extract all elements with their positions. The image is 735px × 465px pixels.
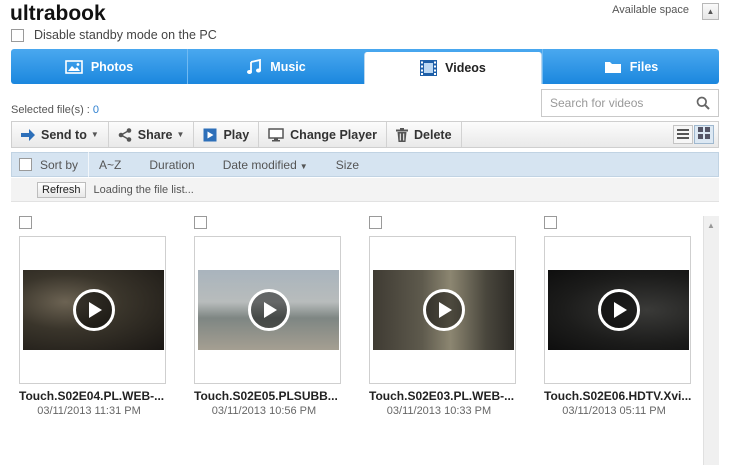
chevron-up-icon: ▲ — [706, 7, 715, 16]
sort-option-duration[interactable]: Duration — [149, 158, 194, 172]
video-select-checkbox[interactable] — [194, 216, 207, 229]
video-thumbnail[interactable] — [369, 236, 516, 384]
refresh-button[interactable]: Refresh — [37, 181, 86, 198]
tab-videos-label: Videos — [445, 61, 486, 75]
video-date: 03/11/2013 11:31 PM — [37, 405, 141, 417]
play-icon[interactable] — [597, 289, 640, 331]
tab-photos[interactable]: Photos — [11, 49, 187, 84]
tab-videos[interactable]: Videos — [364, 52, 542, 84]
search-box — [541, 89, 719, 117]
video-frame — [23, 270, 164, 350]
video-file-name: Touch.S02E05.PLSUBB... — [194, 389, 338, 403]
sort-divider — [88, 152, 90, 177]
folder-icon — [604, 60, 622, 74]
grid-view-button[interactable] — [694, 125, 714, 144]
play-label: Play — [223, 127, 250, 142]
delete-button[interactable]: Delete — [387, 122, 462, 147]
share-label: Share — [137, 127, 173, 142]
available-space-toggle-button[interactable]: ▲ — [702, 3, 719, 20]
video-thumbnail[interactable] — [194, 236, 341, 384]
video-file-name: Touch.S02E04.PL.WEB-... — [19, 389, 165, 403]
media-tabs: Photos Music Videos Files — [11, 49, 719, 84]
video-frame — [373, 270, 514, 350]
list-view-icon — [677, 128, 689, 142]
music-note-icon — [246, 58, 262, 75]
sort-bar: Sort by A~Z Duration Date modified ▼ Size — [11, 152, 719, 177]
sort-option-date-modified[interactable]: Date modified ▼ — [223, 158, 308, 172]
video-select-checkbox[interactable] — [369, 216, 382, 229]
tab-music[interactable]: Music — [187, 49, 364, 84]
play-icon — [203, 128, 217, 142]
sort-option-az[interactable]: A~Z — [99, 158, 121, 172]
standby-option[interactable]: Disable standby mode on the PC — [11, 28, 217, 42]
video-frame — [198, 270, 339, 350]
search-input[interactable] — [550, 96, 690, 110]
video-file-name: Touch.S02E03.PL.WEB-... — [369, 389, 515, 403]
search-icon[interactable] — [696, 96, 710, 113]
tab-music-label: Music — [270, 59, 306, 74]
caret-down-icon: ▼ — [90, 130, 99, 139]
device-name: ultrabook — [10, 2, 106, 25]
selected-files-label: Selected file(s) : — [11, 104, 90, 116]
change-player-button[interactable]: Change Player — [259, 122, 387, 147]
video-thumbnail[interactable] — [544, 236, 691, 384]
video-date: 03/11/2013 05:11 PM — [562, 405, 666, 417]
video-thumbnail[interactable] — [19, 236, 166, 384]
sort-option-size[interactable]: Size — [336, 158, 359, 172]
play-button[interactable]: Play — [194, 122, 260, 147]
send-to-label: Send to — [41, 127, 87, 142]
video-select-checkbox[interactable] — [544, 216, 557, 229]
play-icon[interactable] — [72, 289, 115, 331]
sort-option-date-modified-label: Date modified — [222, 157, 297, 172]
loading-text: Loading the file list... — [93, 183, 194, 196]
scroll-up-icon[interactable]: ▲ — [707, 221, 715, 230]
share-button[interactable]: Share ▼ — [109, 122, 195, 147]
file-list-status-row: Refresh Loading the file list... — [11, 178, 719, 202]
scrollbar[interactable]: ▲ — [703, 216, 719, 465]
sort-by-label: Sort by — [40, 157, 79, 172]
standby-checkbox[interactable] — [11, 28, 24, 42]
share-icon — [118, 127, 132, 142]
trash-icon — [396, 127, 408, 142]
grid-view-icon — [698, 127, 710, 142]
action-toolbar: Send to ▼ Share ▼ Play Change Player Del… — [11, 121, 719, 148]
send-to-button[interactable]: Send to ▼ — [12, 122, 109, 147]
selected-files-count: 0 — [92, 104, 99, 116]
video-date: 03/11/2013 10:56 PM — [211, 405, 317, 417]
caret-down-icon: ▼ — [299, 161, 308, 171]
tab-photos-label: Photos — [90, 59, 134, 74]
play-icon[interactable] — [422, 289, 465, 331]
available-space-label: Available space — [612, 4, 689, 16]
select-all-checkbox[interactable] — [19, 158, 32, 171]
photo-icon — [65, 59, 83, 74]
change-player-label: Change Player — [290, 127, 377, 142]
video-file-name: Touch.S02E06.HDTV.Xvi... — [544, 389, 692, 403]
arrow-right-icon — [21, 128, 35, 141]
monitor-icon — [268, 127, 284, 142]
list-view-button[interactable] — [673, 125, 693, 144]
selected-files-counter: Selected file(s) :0 — [11, 104, 99, 116]
video-date: 03/11/2013 10:33 PM — [386, 405, 492, 417]
view-toggle-group — [672, 122, 718, 147]
video-select-checkbox[interactable] — [19, 216, 32, 229]
film-icon — [420, 60, 438, 76]
play-icon[interactable] — [247, 289, 290, 331]
video-frame — [548, 270, 689, 350]
caret-down-icon: ▼ — [176, 130, 185, 139]
standby-label: Disable standby mode on the PC — [34, 28, 217, 42]
tab-files-label: Files — [629, 59, 659, 74]
delete-label: Delete — [414, 127, 452, 142]
tab-files[interactable]: Files — [542, 49, 719, 84]
